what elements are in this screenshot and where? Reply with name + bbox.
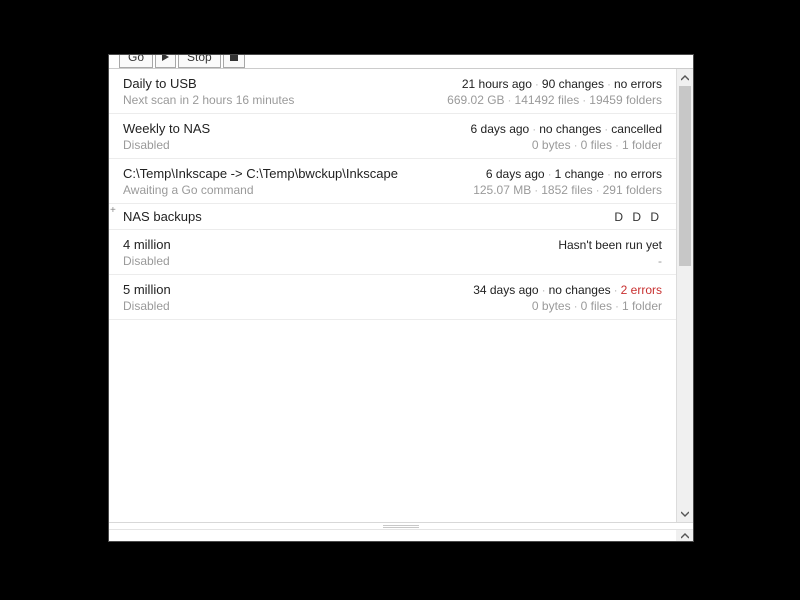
job-status: Hasn't been run yet — [558, 238, 662, 252]
pane-resizer[interactable] — [109, 522, 693, 529]
chevron-up-icon — [681, 532, 689, 540]
list-item[interactable]: Daily to USB 21 hours ago·90 changes·no … — [109, 69, 676, 114]
scroll-down-button[interactable] — [677, 505, 693, 522]
app-window: Go Stop Daily to USB 21 hours ago·90 cha… — [108, 54, 694, 542]
job-subtext: Awaiting a Go command — [123, 183, 254, 197]
stop-icon — [230, 55, 238, 61]
scroll-track[interactable] — [677, 86, 693, 505]
scroll-up-button[interactable] — [677, 69, 693, 86]
job-status: 21 hours ago·90 changes·no errors — [462, 77, 662, 91]
job-status: 34 days ago·no changes·2 errors — [473, 283, 662, 297]
job-status: 6 days ago·no changes·cancelled — [471, 122, 662, 136]
chevron-up-icon — [681, 74, 689, 82]
list-item[interactable]: Weekly to NAS 6 days ago·no changes·canc… — [109, 114, 676, 159]
details-pane — [109, 529, 693, 541]
job-stats: - — [658, 254, 662, 268]
backup-list[interactable]: Daily to USB 21 hours ago·90 changes·no … — [109, 69, 676, 522]
list-item[interactable]: C:\Temp\Inkscape -> C:\Temp\bwckup\Inksc… — [109, 159, 676, 204]
job-subtext: Disabled — [123, 138, 170, 152]
job-stats: 0 bytes·0 files·1 folder — [532, 138, 662, 152]
vertical-scrollbar[interactable] — [676, 69, 693, 522]
job-name: 4 million — [123, 237, 171, 252]
play-button[interactable] — [155, 55, 176, 68]
job-name: 5 million — [123, 282, 171, 297]
stop-icon-button[interactable] — [223, 55, 245, 68]
play-icon — [162, 55, 169, 61]
list-item[interactable]: 4 million Hasn't been run yet Disabled - — [109, 230, 676, 275]
scroll-thumb[interactable] — [679, 86, 691, 266]
group-name: NAS backups — [123, 209, 202, 224]
job-subtext: Next scan in 2 hours 16 minutes — [123, 93, 294, 107]
job-subtext: Disabled — [123, 299, 170, 313]
group-header[interactable]: + NAS backups D D D — [109, 204, 676, 230]
job-stats: 125.07 MB·1852 files·291 folders — [473, 183, 662, 197]
list-item[interactable]: 5 million 34 days ago·no changes·2 error… — [109, 275, 676, 320]
job-name: Weekly to NAS — [123, 121, 210, 136]
toolbar: Go Stop — [109, 55, 693, 69]
stop-button[interactable]: Stop — [178, 55, 221, 68]
body-area: Daily to USB 21 hours ago·90 changes·no … — [109, 69, 693, 522]
expand-icon[interactable]: + — [110, 206, 116, 216]
go-button[interactable]: Go — [119, 55, 153, 68]
grip-icon — [383, 525, 419, 528]
chevron-down-icon — [681, 510, 689, 518]
job-name: Daily to USB — [123, 76, 197, 91]
job-status: 6 days ago·1 change·no errors — [486, 167, 662, 181]
job-stats: 669.02 GB·141492 files·19459 folders — [447, 93, 662, 107]
job-name: C:\Temp\Inkscape -> C:\Temp\bwckup\Inksc… — [123, 166, 398, 181]
job-stats: 0 bytes·0 files·1 folder — [532, 299, 662, 313]
details-scroll-up[interactable] — [676, 530, 693, 541]
job-subtext: Disabled — [123, 254, 170, 268]
group-marker: D D D — [614, 210, 662, 224]
